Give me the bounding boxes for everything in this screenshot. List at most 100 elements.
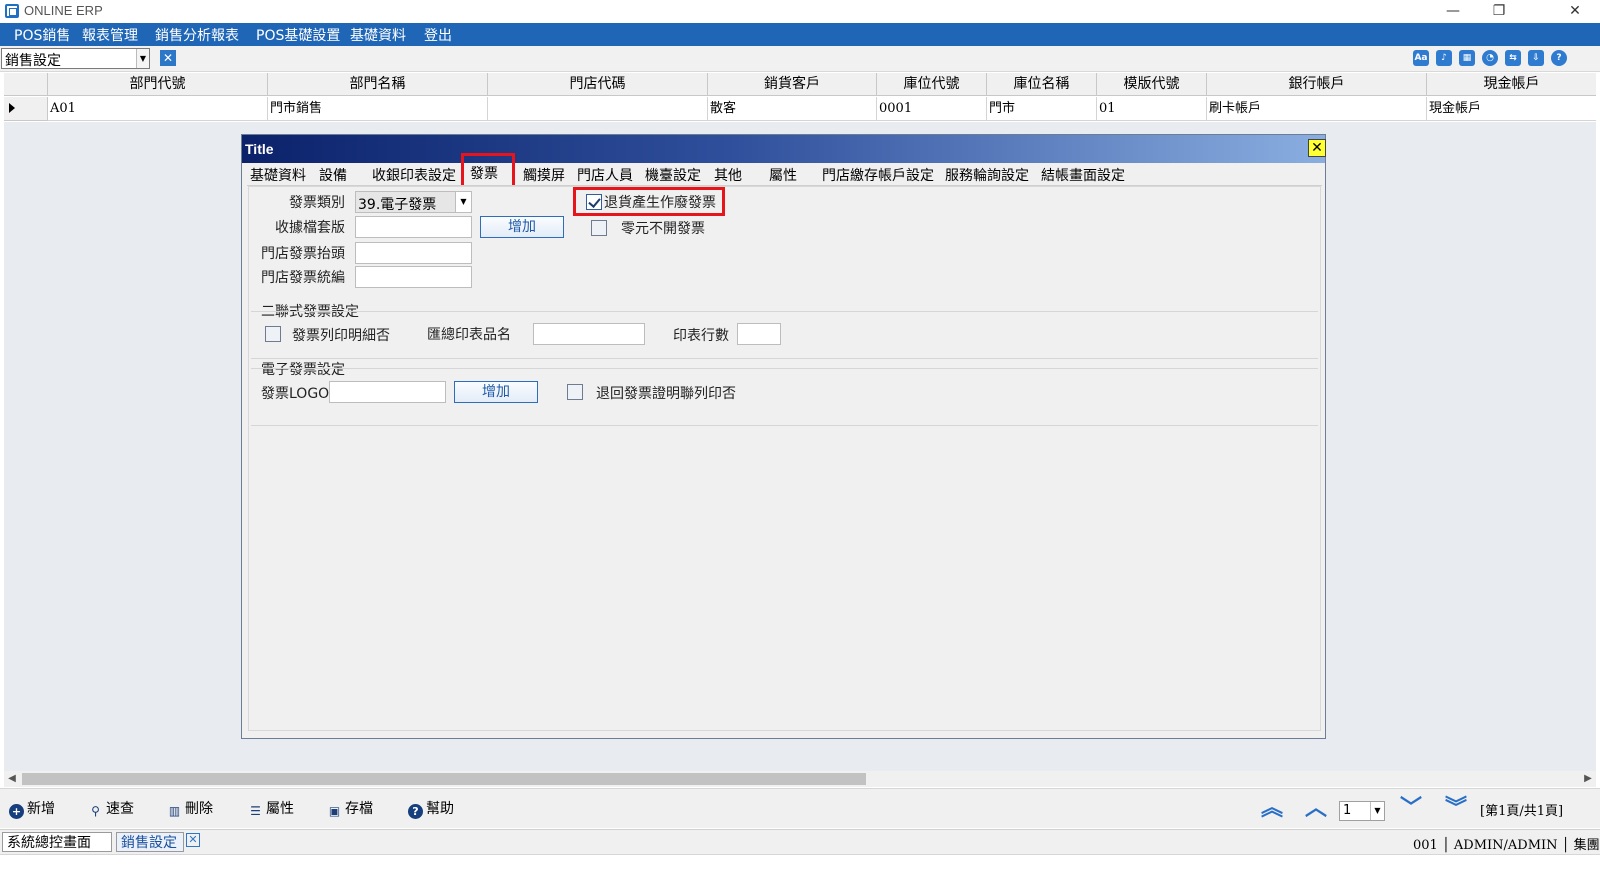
menu-logout[interactable]: 登出 bbox=[424, 25, 452, 45]
quick-search-button[interactable]: ⚲ 速查 bbox=[88, 798, 134, 820]
help-button-label: 幫助 bbox=[426, 801, 454, 817]
calendar-icon[interactable]: ▦ bbox=[1459, 50, 1475, 66]
status-tab-sales-settings[interactable]: 銷售設定 bbox=[116, 832, 184, 852]
page-number-select[interactable]: 1 ▼ bbox=[1339, 801, 1385, 821]
status-bar: 系統總控畫面 銷售設定 ✕ 001 │ ADMIN/ADMIN │ 集團 bbox=[0, 829, 1600, 871]
tab-invoice[interactable]: 發票 bbox=[470, 163, 498, 183]
table-cell[interactable]: 門市銷售 bbox=[268, 97, 488, 121]
tab-touch-screen[interactable]: 觸摸屏 bbox=[523, 165, 565, 185]
column-header[interactable]: 門店代碼 bbox=[488, 73, 708, 96]
help-icon[interactable]: ? bbox=[1551, 50, 1567, 66]
table-cell[interactable]: 刷卡帳戶 bbox=[1207, 97, 1427, 121]
help-button[interactable]: ? 幫助 bbox=[408, 798, 454, 820]
tab-store-staff[interactable]: 門店人員 bbox=[577, 165, 633, 185]
properties-button-label: 屬性 bbox=[266, 801, 294, 817]
table-cell[interactable] bbox=[488, 97, 708, 121]
receipt-template-label: 收據檔套版 bbox=[275, 220, 345, 236]
dialog-titlebar[interactable]: Title ✕ bbox=[242, 135, 1326, 163]
close-icon[interactable]: ✕ bbox=[186, 833, 200, 847]
horizontal-scrollbar[interactable]: ◀ ▶ bbox=[4, 771, 1596, 787]
last-page-icon[interactable]: ︾ bbox=[1443, 797, 1469, 821]
refresh-icon[interactable]: ⇆ bbox=[1505, 50, 1521, 66]
logo-add-button[interactable]: 增加 bbox=[454, 381, 538, 403]
music-note-icon[interactable]: ♪ bbox=[1436, 50, 1452, 66]
add-button[interactable]: + 新增 bbox=[9, 798, 55, 820]
tab-store-deposit-account[interactable]: 門店繳存帳戶設定 bbox=[822, 165, 934, 185]
table-cell[interactable]: 散客 bbox=[708, 97, 877, 121]
chevron-down-icon[interactable]: ▼ bbox=[455, 192, 471, 212]
tab-equipment[interactable]: 設備 bbox=[319, 165, 347, 185]
menu-sales-analysis[interactable]: 銷售分析報表 bbox=[155, 25, 239, 45]
column-header[interactable]: 部門代號 bbox=[48, 73, 268, 96]
print-lines-input[interactable] bbox=[737, 323, 781, 345]
tab-attributes[interactable]: 屬性 bbox=[769, 165, 797, 185]
next-page-icon[interactable]: ﹀ bbox=[1398, 797, 1424, 821]
app-title: ONLINE ERP bbox=[24, 3, 103, 18]
tab-basic-data[interactable]: 基礎資料 bbox=[250, 165, 306, 185]
column-header[interactable]: 庫位代號 bbox=[877, 73, 987, 96]
font-size-icon[interactable]: Aa bbox=[1413, 50, 1429, 66]
menu-report-management[interactable]: 報表管理 bbox=[82, 25, 138, 45]
zero-no-invoice-label: 零元不開發票 bbox=[621, 221, 705, 237]
print-detail-checkbox[interactable] bbox=[265, 326, 281, 342]
page-number-value: 1 bbox=[1343, 803, 1352, 818]
menu-pos-settings[interactable]: POS基礎設置 bbox=[256, 25, 340, 45]
menu-pos-sales[interactable]: POS銷售 bbox=[14, 25, 70, 45]
column-header[interactable]: 部門名稱 bbox=[268, 73, 488, 96]
column-header[interactable]: 庫位名稱 bbox=[987, 73, 1097, 96]
section-divider bbox=[251, 425, 1318, 426]
receipt-template-input[interactable] bbox=[355, 216, 472, 238]
scrollbar-thumb[interactable] bbox=[22, 773, 866, 785]
return-void-invoice-checkbox[interactable] bbox=[586, 194, 602, 210]
table-cell[interactable]: 0001 bbox=[877, 97, 987, 121]
return-proof-print-checkbox[interactable] bbox=[567, 384, 583, 400]
tab-service-polling[interactable]: 服務輪詢設定 bbox=[945, 165, 1029, 185]
minimize-button[interactable]: — bbox=[1430, 0, 1476, 23]
window-close-button[interactable]: ✕ bbox=[1552, 0, 1598, 23]
save-button[interactable]: ▣ 存檔 bbox=[327, 798, 373, 820]
invoice-type-select[interactable]: 39.電子發票 ▼ bbox=[355, 191, 472, 213]
settings-dialog: Title ✕ 基礎資料 設備 收銀印表設定 發票 觸摸屏 門店人員 機臺設定 … bbox=[241, 134, 1326, 739]
first-page-icon[interactable]: ︽ bbox=[1259, 797, 1285, 821]
invoice-logo-input[interactable] bbox=[329, 381, 446, 403]
tab-other[interactable]: 其他 bbox=[714, 165, 742, 185]
tab-terminal[interactable]: 機臺設定 bbox=[645, 165, 701, 185]
tab-receipt-print[interactable]: 收銀印表設定 bbox=[372, 165, 456, 185]
chevron-down-icon[interactable]: ▼ bbox=[1370, 802, 1384, 820]
scroll-right-icon[interactable]: ▶ bbox=[1580, 771, 1596, 787]
row-indicator[interactable] bbox=[4, 97, 48, 121]
previous-page-icon[interactable]: ︿ bbox=[1303, 797, 1329, 821]
dialog-close-icon[interactable]: ✕ bbox=[1308, 139, 1326, 157]
menu-base-data[interactable]: 基礎資料 bbox=[350, 25, 406, 45]
return-proof-print-label: 退回發票證明聯列印否 bbox=[596, 386, 736, 402]
status-tab-system-console[interactable]: 系統總控畫面 bbox=[2, 832, 112, 852]
summary-item-name-input[interactable] bbox=[533, 323, 645, 345]
store-taxid-input[interactable] bbox=[355, 266, 472, 288]
invoice-type-value: 39.電子發票 bbox=[358, 197, 437, 213]
module-select-value: 銷售設定 bbox=[5, 53, 61, 69]
invoice-type-label: 發票類別 bbox=[289, 195, 345, 211]
table-cell[interactable]: A01 bbox=[48, 97, 268, 121]
column-header[interactable]: 模版代號 bbox=[1097, 73, 1207, 96]
grid-corner bbox=[4, 73, 48, 96]
column-header[interactable]: 銷貨客戶 bbox=[708, 73, 877, 96]
column-header[interactable]: 現金帳戶 bbox=[1427, 73, 1596, 96]
close-icon[interactable]: ✕ bbox=[160, 50, 176, 66]
zero-no-invoice-checkbox[interactable] bbox=[591, 220, 607, 236]
restore-button[interactable]: ❐ bbox=[1476, 0, 1522, 23]
chevron-down-icon[interactable]: ▼ bbox=[136, 49, 149, 68]
column-header[interactable]: 銀行帳戶 bbox=[1207, 73, 1427, 96]
table-cell[interactable]: 門市 bbox=[987, 97, 1097, 121]
clock-icon[interactable]: ◔ bbox=[1482, 50, 1498, 66]
properties-button[interactable]: ☰ 屬性 bbox=[248, 798, 294, 820]
store-invoice-title-input[interactable] bbox=[355, 242, 472, 264]
module-select[interactable]: 銷售設定 ▼ bbox=[1, 48, 150, 69]
receipt-add-button[interactable]: 增加 bbox=[480, 216, 564, 238]
table-cell[interactable]: 現金帳戶 bbox=[1427, 97, 1596, 121]
scroll-left-icon[interactable]: ◀ bbox=[4, 771, 20, 787]
tab-checkout-screen[interactable]: 結帳畫面設定 bbox=[1041, 165, 1125, 185]
table-cell[interactable]: 01 bbox=[1097, 97, 1207, 121]
download-icon[interactable]: ⇩ bbox=[1528, 50, 1544, 66]
store-invoice-title-label: 門店發票抬頭 bbox=[261, 246, 345, 262]
delete-button[interactable]: ▥ 刪除 bbox=[167, 798, 213, 820]
